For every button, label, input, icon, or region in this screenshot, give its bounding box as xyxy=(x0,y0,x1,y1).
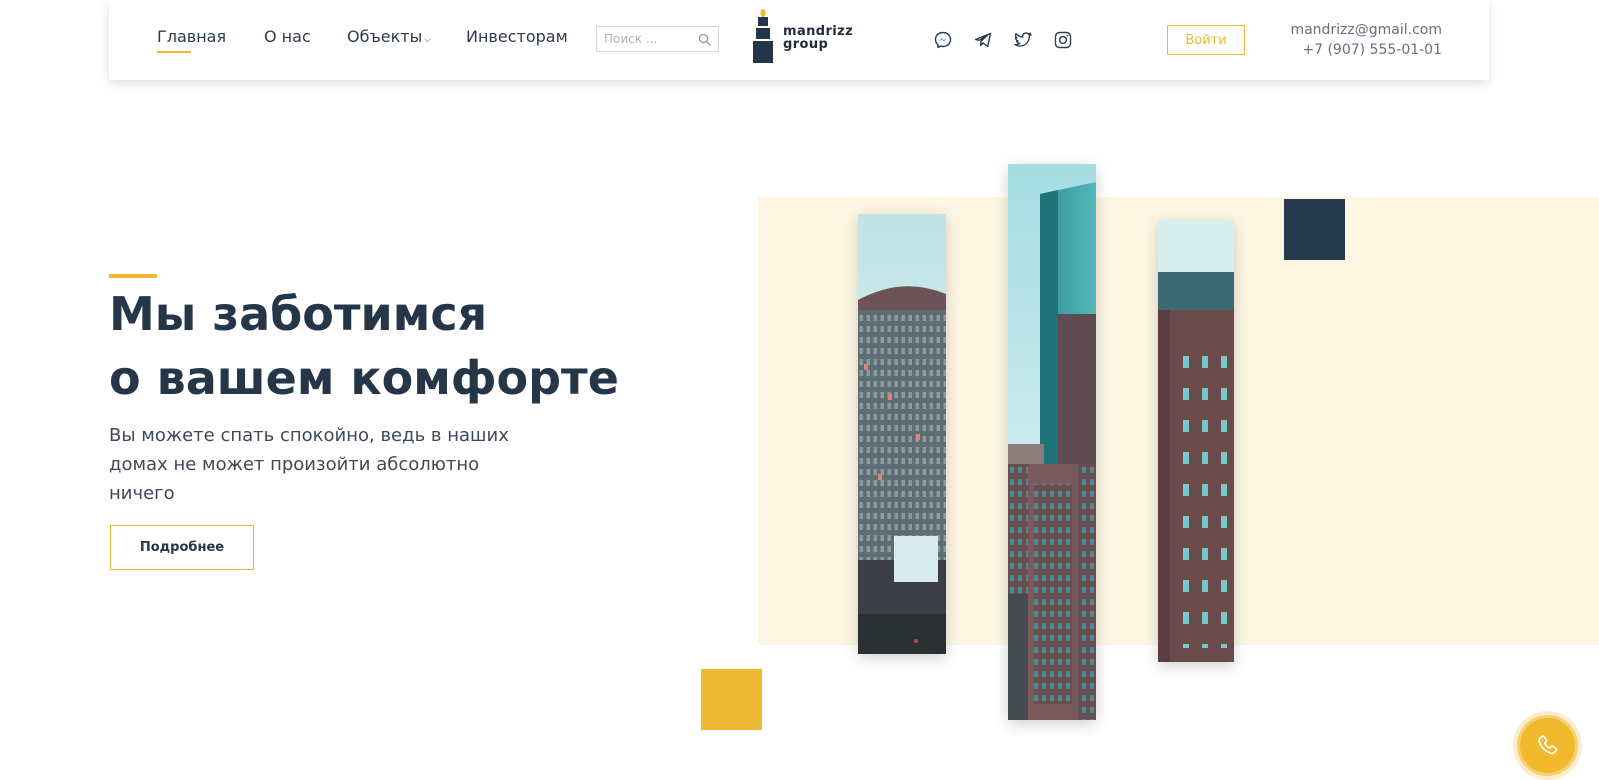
nav-item-about[interactable]: О нас xyxy=(264,27,311,47)
phone-icon xyxy=(1537,734,1557,754)
nav-item-label: Инвесторам xyxy=(466,27,568,46)
contact-info: mandrizz@gmail.com +7 (907) 555-01-01 xyxy=(1290,20,1442,60)
nav-item-home[interactable]: Главная xyxy=(157,27,227,53)
decor-square-yellow xyxy=(701,669,762,730)
contact-email[interactable]: mandrizz@gmail.com xyxy=(1290,20,1442,40)
logo[interactable]: mandrizz group xyxy=(752,9,853,63)
nav-item-label: О нас xyxy=(264,27,311,46)
logo-text: mandrizz group xyxy=(783,25,853,51)
more-button[interactable]: Подробнее xyxy=(110,525,254,570)
twitter-icon[interactable] xyxy=(1013,30,1033,50)
instagram-icon[interactable] xyxy=(1053,30,1073,50)
logo-line2: group xyxy=(783,37,829,52)
hero-title-line1: Мы заботимся xyxy=(109,287,488,341)
search-icon[interactable] xyxy=(698,32,712,46)
contact-phone[interactable]: +7 (907) 555-01-01 xyxy=(1290,40,1442,60)
site-header: Главная О нас Объекты⌵ Инвесторам mandri… xyxy=(109,0,1489,80)
nav-item-label: Объекты xyxy=(347,27,423,46)
search-box xyxy=(596,26,719,52)
building-photo-2 xyxy=(1008,164,1096,720)
nav-item-investors[interactable]: Инвесторам xyxy=(466,27,568,47)
telegram-icon[interactable] xyxy=(973,30,993,50)
logo-tower-icon xyxy=(753,9,773,63)
active-underline xyxy=(157,51,191,53)
hero-title-line2: о вашем комфорте xyxy=(109,351,619,405)
hero-subtitle: Вы можете спать спокойно, ведь в наших д… xyxy=(109,425,509,504)
call-button[interactable] xyxy=(1517,715,1578,776)
login-button[interactable]: Войти xyxy=(1167,25,1245,55)
building-photo-1 xyxy=(858,214,946,654)
nav-item-label: Главная xyxy=(157,27,227,46)
building-photo-3 xyxy=(1158,220,1234,662)
title-accent-line xyxy=(109,274,157,278)
hero-title: Мы заботимся о вашем комфорте xyxy=(109,282,619,410)
messenger-icon[interactable] xyxy=(933,30,953,50)
search-input[interactable] xyxy=(597,27,693,51)
decor-square-navy xyxy=(1284,199,1345,260)
nav-item-objects[interactable]: Объекты ⌵ xyxy=(347,27,431,50)
chevron-down-icon: ⌵ xyxy=(424,35,432,45)
